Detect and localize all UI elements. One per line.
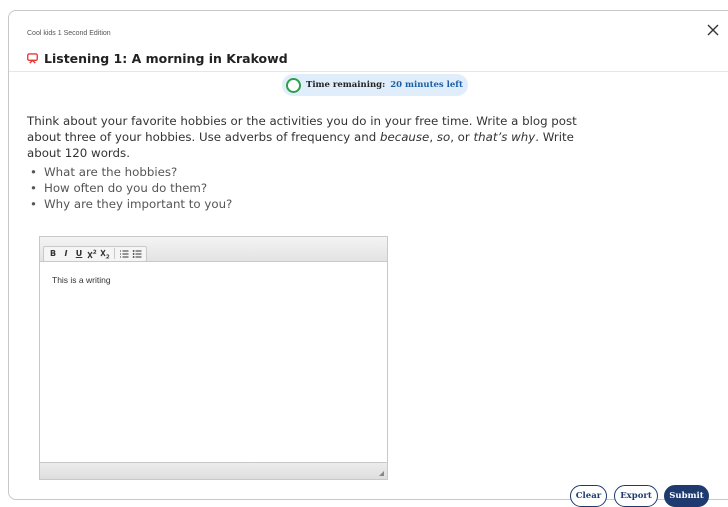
close-icon: [707, 24, 719, 36]
prompt-questions: What are the hobbies? How often do you d…: [30, 164, 232, 212]
resize-handle-icon[interactable]: [379, 471, 384, 476]
superscript-icon: [87, 249, 97, 258]
list-item: Why are they important to you?: [30, 196, 232, 212]
underline-button[interactable]: U: [73, 247, 85, 261]
editor-content[interactable]: This is a writing: [40, 262, 387, 462]
bullet-list-icon: [132, 249, 142, 258]
superscript-button[interactable]: [86, 247, 98, 261]
subscript-button[interactable]: [99, 247, 111, 261]
editor-statusbar: [40, 462, 387, 479]
list-item: What are the hobbies?: [30, 164, 232, 180]
book-title: Cool kids 1 Second Edition: [27, 30, 111, 37]
bold-button[interactable]: B: [47, 247, 59, 261]
numbered-list-button[interactable]: [118, 247, 130, 261]
prompt-text: , or: [450, 130, 474, 144]
timer-badge: Time remaining: 20 minutes left: [282, 74, 468, 96]
prompt-keyword: because: [379, 130, 430, 144]
header-divider: [9, 71, 728, 72]
close-button[interactable]: [705, 22, 721, 38]
numbered-list-icon: [120, 249, 129, 258]
italic-button[interactable]: I: [60, 247, 72, 261]
export-button[interactable]: Export: [614, 485, 658, 507]
prompt-keyword: that’s why: [473, 130, 536, 144]
lesson-title: Listening 1: A morning in Krakowd: [27, 51, 288, 66]
rich-text-editor: B I U This is a writing: [39, 236, 388, 480]
prompt-keyword: so: [436, 130, 451, 144]
timer-icon: [286, 77, 301, 93]
list-item: How often do you do them?: [30, 180, 232, 196]
toolbar-separator: [114, 248, 115, 259]
subscript-icon: [100, 249, 110, 258]
formatting-group: B I U: [43, 245, 147, 262]
bullet-list-button[interactable]: [131, 247, 143, 261]
writing-prompt: Think about your favorite hobbies or the…: [27, 113, 597, 161]
lesson-title-text: Listening 1: A morning in Krakowd: [44, 51, 288, 66]
prompt-text: ,: [429, 130, 437, 144]
presentation-icon: [27, 53, 38, 64]
timer-value: 20 minutes left: [390, 80, 463, 90]
editor-toolbar: B I U: [40, 237, 387, 262]
submit-button[interactable]: Submit: [664, 485, 709, 507]
clear-button[interactable]: Clear: [570, 485, 607, 507]
timer-label: Time remaining:: [306, 80, 386, 90]
